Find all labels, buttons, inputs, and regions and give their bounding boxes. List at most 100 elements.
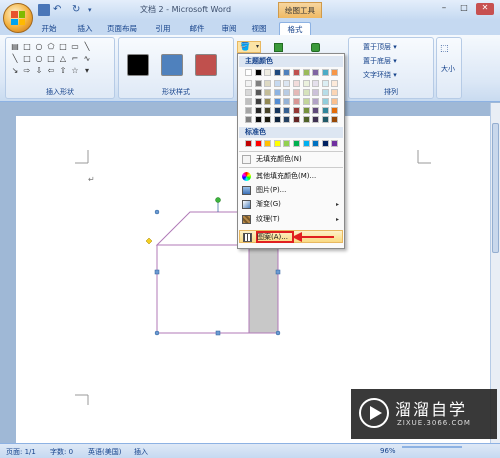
chevron-down-icon: ▾ [255,43,259,50]
color-swatch[interactable] [254,107,262,114]
color-swatch[interactable] [293,116,300,123]
color-swatch[interactable] [312,89,320,96]
picture-icon [242,186,251,195]
gradient-icon [242,200,251,209]
submenu-arrow-icon: ▸ [335,201,339,208]
color-swatch[interactable] [283,89,291,96]
menu-item-label: 纹理(T) [256,215,280,223]
color-swatch[interactable] [245,140,252,147]
color-swatch[interactable] [293,98,300,105]
menu-item-label: 其他填充颜色(M)... [256,172,317,180]
color-swatch[interactable] [245,69,252,76]
color-swatch[interactable] [264,140,272,147]
color-swatch[interactable] [321,69,329,76]
color-swatch[interactable] [302,89,310,96]
color-swatch[interactable] [302,140,310,147]
standard-colors-header: 标准色 [239,127,343,138]
menu-item-picture[interactable]: 图片(P)... [239,184,343,197]
color-swatch[interactable] [273,89,281,96]
menu-divider [239,151,343,152]
color-swatch[interactable] [302,69,310,76]
color-swatch[interactable] [283,140,291,147]
color-swatch[interactable] [245,89,252,96]
color-swatch[interactable] [293,89,300,96]
color-swatch[interactable] [264,89,272,96]
color-swatch[interactable] [273,107,281,114]
menu-item-no-fill[interactable]: 无填充颜色(N) [239,153,343,166]
watermark-url: ZIXUE.3066.COM [397,419,471,427]
menu-item-gradient[interactable]: 渐变(G) ▸ [239,198,343,211]
color-swatch[interactable] [264,69,272,76]
play-logo-icon [359,398,389,428]
theme-colors-header: 主题颜色 [239,56,343,67]
color-swatch[interactable] [283,107,291,114]
color-swatch[interactable] [331,89,339,96]
color-swatch[interactable] [264,98,272,105]
watermark-brand: 溜溜自学 [395,400,468,419]
color-swatch[interactable] [283,98,291,105]
color-swatch[interactable] [273,98,281,105]
color-swatch[interactable] [283,116,291,123]
color-swatch[interactable] [331,107,339,114]
color-swatch[interactable] [312,69,320,76]
color-swatch[interactable] [293,107,300,114]
menu-divider [239,167,343,168]
color-swatch[interactable] [254,140,262,147]
color-swatch[interactable] [273,80,281,87]
color-swatch[interactable] [312,140,320,147]
no-fill-icon [242,155,251,164]
color-swatch[interactable] [254,116,262,123]
color-swatch[interactable] [245,80,252,87]
color-swatch[interactable] [254,69,262,76]
color-swatch[interactable] [331,98,339,105]
color-swatch[interactable] [264,116,272,123]
color-swatch[interactable] [321,107,329,114]
color-swatch[interactable] [331,140,339,147]
adjust-handle[interactable] [145,237,153,245]
color-swatch[interactable] [312,80,320,87]
color-swatch[interactable] [312,116,320,123]
color-swatch[interactable] [254,80,262,87]
color-swatch[interactable] [312,98,320,105]
shape-fill-menu: 主题颜色 标准色 无填充颜色(N) 其他填充颜色(M)... 图片(P)... … [237,53,345,249]
red-arrow-icon [292,232,334,242]
color-swatch[interactable] [293,69,300,76]
rotate-handle[interactable] [215,197,221,203]
color-swatch[interactable] [273,116,281,123]
color-swatch[interactable] [273,140,281,147]
color-swatch[interactable] [245,107,252,114]
color-swatch[interactable] [293,80,300,87]
color-swatch[interactable] [302,107,310,114]
menu-item-label: 图案(A)... [257,233,288,241]
color-swatch[interactable] [293,140,300,147]
color-swatch[interactable] [302,80,310,87]
color-swatch[interactable] [321,98,329,105]
color-swatch[interactable] [321,116,329,123]
color-swatch[interactable] [302,116,310,123]
color-swatch[interactable] [321,89,329,96]
color-swatch[interactable] [254,89,262,96]
color-swatch[interactable] [321,80,329,87]
texture-icon [242,215,251,224]
color-swatch[interactable] [264,107,272,114]
color-swatch[interactable] [331,69,339,76]
shape-fill-button[interactable]: 🪣 ▾ [237,41,261,53]
color-swatch[interactable] [245,98,252,105]
color-swatch[interactable] [331,116,339,123]
color-swatch[interactable] [273,69,281,76]
color-swatch[interactable] [245,116,252,123]
color-swatch[interactable] [331,80,339,87]
color-swatch[interactable] [312,107,320,114]
color-swatch[interactable] [283,80,291,87]
menu-item-label: 图片(P)... [256,186,287,194]
color-swatch[interactable] [264,80,272,87]
color-swatch[interactable] [321,140,329,147]
color-swatch[interactable] [283,69,291,76]
color-swatch[interactable] [254,98,262,105]
menu-item-label: 渐变(G) [256,200,281,208]
color-swatch[interactable] [302,98,310,105]
submenu-arrow-icon: ▸ [335,216,339,223]
menu-item-texture[interactable]: 纹理(T) ▸ [239,213,343,226]
color-wheel-icon [242,172,251,181]
menu-item-more-fill-colors[interactable]: 其他填充颜色(M)... [239,170,343,183]
